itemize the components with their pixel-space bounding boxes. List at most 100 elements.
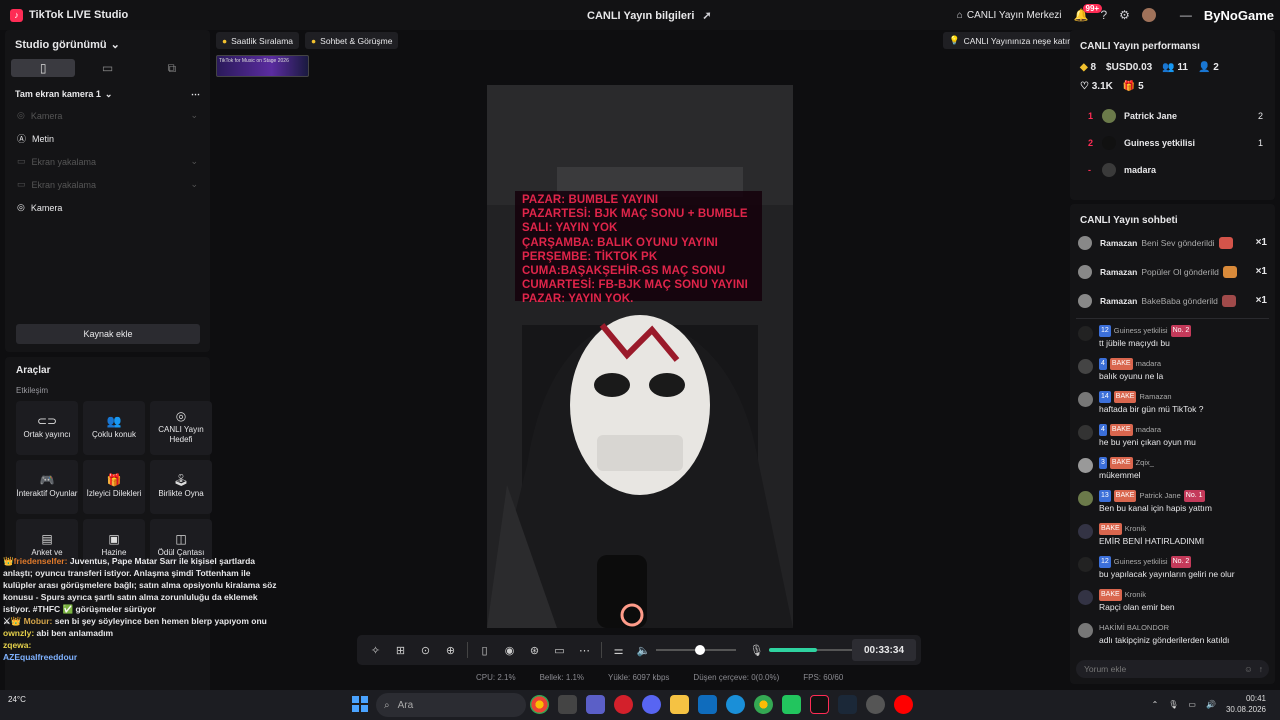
chat-message[interactable]: 3 BAKE Zqix_ mükemmel xyxy=(1070,454,1275,487)
avatar[interactable] xyxy=(1141,8,1156,22)
mic-slider[interactable] xyxy=(769,643,864,657)
coin-icon: ● xyxy=(222,35,228,46)
ranking-row[interactable]: - madara xyxy=(1070,156,1275,183)
chat-meeting-chip[interactable]: ● Sohbet & Görüşme xyxy=(305,32,399,49)
source-item[interactable]: ▭ Ekran yakalama ⌄ xyxy=(5,150,210,173)
tool-multi-guest[interactable]: 👥 Çoklu konuk xyxy=(83,401,145,455)
microphone-icon[interactable]: 🎙 xyxy=(1168,700,1178,709)
chat-message[interactable]: 4 BAKE madara balık oyunu ne la xyxy=(1070,355,1275,388)
speaker-icon[interactable]: 🔈 xyxy=(631,644,656,657)
tiktok-icon[interactable] xyxy=(810,695,829,714)
chat-message[interactable]: HAKİMİ BALONDOR adlı takipçiniz gönderile… xyxy=(1070,619,1275,652)
clock[interactable]: 00:41 30.08.2026 xyxy=(1226,693,1266,715)
chat-message[interactable]: BAKE Kronik EMİR BENİ HATIRLADINMI xyxy=(1070,520,1275,553)
terminal-icon[interactable] xyxy=(558,695,577,714)
opera-icon[interactable] xyxy=(614,695,633,714)
mail-icon[interactable] xyxy=(698,695,717,714)
notifications-button[interactable]: 🔔 99+ xyxy=(1074,4,1103,22)
tip-chip[interactable]: 💡 CANLI Yayınınıza neşe katın xyxy=(943,32,1078,49)
chrome-icon[interactable] xyxy=(530,695,549,714)
gear-icon[interactable]: ⚙ xyxy=(1119,8,1130,22)
volume-icon[interactable]: 🔊 xyxy=(1206,700,1216,709)
avatar xyxy=(1102,162,1116,177)
tool-interactive-games[interactable]: 🎮 İnteraktif Oyunlar xyxy=(16,460,78,514)
magic-wand-icon[interactable]: ✧ xyxy=(363,644,388,657)
comment-input[interactable]: Yorum ekle ☺ ↑ xyxy=(1076,660,1269,678)
camera-switch-icon[interactable]: ⊛ xyxy=(522,644,547,657)
phone-icon[interactable]: ▯ xyxy=(472,644,497,657)
windows-start-icon[interactable] xyxy=(352,696,368,712)
tool-live-goal[interactable]: ◎ CANLI Yayın Hedefi xyxy=(150,401,212,455)
live-info-button[interactable]: CANLI Yayın bilgileri ➚ xyxy=(587,9,712,23)
network-icon[interactable]: ▭ xyxy=(1188,700,1196,709)
live-center-button[interactable]: ⌂ CANLI Yayın Merkezi xyxy=(957,10,1062,21)
chat-text: tt jübile maçıydı bu xyxy=(1099,338,1170,348)
source-item[interactable]: ▭ Ekran yakalama ⌄ xyxy=(5,173,210,196)
source-item[interactable]: Ⓐ Metin xyxy=(5,127,210,150)
volume-slider[interactable] xyxy=(656,643,736,657)
add-media-icon[interactable]: ⊕ xyxy=(438,644,463,657)
rank-number: 2 xyxy=(1088,137,1094,148)
add-scene-icon[interactable]: ⊞ xyxy=(388,644,413,657)
teams-icon[interactable] xyxy=(586,695,605,714)
chat-message[interactable]: 12 Guiness yetkilisi No. 2 tt jübile maçıyd… xyxy=(1070,322,1275,355)
studio-view-dropdown[interactable]: Studio görünümü ⌄ xyxy=(5,30,210,59)
chat-message[interactable]: 12 Guiness yetkilisi No. 2 bu yapılacak yay… xyxy=(1070,553,1275,586)
chat-message[interactable]: 4 BAKE madara he bu yeni çıkan oyun mu xyxy=(1070,421,1275,454)
taskbar-search[interactable]: ⌕ Ara xyxy=(376,693,526,717)
minimize-icon[interactable]: — xyxy=(1180,8,1192,22)
youtube-icon[interactable] xyxy=(894,695,913,714)
source-item[interactable]: ◎ Kamera xyxy=(5,196,210,219)
send-icon[interactable]: ↑ xyxy=(1259,664,1263,674)
screenshot-icon[interactable]: ⊙ xyxy=(413,644,438,657)
fan-badge: BAKE xyxy=(1109,358,1133,370)
avatar xyxy=(1102,108,1116,123)
chat-username: Guiness yetkilisi xyxy=(1113,326,1168,335)
metrics-row-2: ♡ 3.1K 🎁 5 xyxy=(1070,77,1275,96)
edge-icon[interactable] xyxy=(726,695,745,714)
discord-icon[interactable] xyxy=(642,695,661,714)
banner-thumbnail[interactable]: TikTok for Music on Stage 2026 xyxy=(216,55,309,77)
stream-preview[interactable]: PAZAR: BUMBLE YAYINI PAZARTESİ: BJK MAÇ … xyxy=(487,85,793,628)
sliders-icon[interactable]: ⚌ xyxy=(606,644,631,657)
chat-message[interactable]: 14 BAKE Ramazan haftada bir gün mü TikTok ? xyxy=(1070,388,1275,421)
chat-message[interactable]: BAKE Kronik Rapçi olan emir ben xyxy=(1070,586,1275,619)
emoji-icon[interactable]: ☺ xyxy=(1244,664,1253,674)
record-icon[interactable]: ◉ xyxy=(497,644,522,657)
hourly-ranking-chip[interactable]: ● Saatlik Sıralama xyxy=(216,32,300,49)
tool-viewer-wishes[interactable]: 🎁 İzleyici Dilekleri xyxy=(83,460,145,514)
overlay-chat-message: AZEqualfreeddour xyxy=(3,651,283,663)
more-icon[interactable]: ⋯ xyxy=(191,89,200,100)
chat-message[interactable]: 13 BAKE Patrick Jane No. 1 Ben bu kanal için… xyxy=(1070,487,1275,520)
level-badge: 13 xyxy=(1099,490,1111,502)
source-label: Ekran yakalama xyxy=(31,179,97,190)
ranking-row[interactable]: 2 Guiness yetkilisi 1 xyxy=(1070,129,1275,156)
source-item[interactable]: ◎ Kamera ⌄ xyxy=(5,104,210,127)
portrait-mode-button[interactable]: ▯ xyxy=(11,59,76,77)
overlay-chat-message: ownzly: abi ben anlamadım xyxy=(3,627,283,639)
layout-mode-button[interactable]: ⧉ xyxy=(140,59,204,77)
chrome-icon[interactable] xyxy=(754,695,773,714)
scene-dropdown[interactable]: Tam ekran kamera 1 ⌄ xyxy=(15,89,112,100)
steam-icon[interactable] xyxy=(838,695,857,714)
ranking-row[interactable]: 1 Patrick Jane 2 xyxy=(1070,102,1275,129)
crown-icon: 👑 xyxy=(3,556,14,566)
more-icon[interactable]: ⋯ xyxy=(572,644,597,657)
add-source-button[interactable]: Kaynak ekle xyxy=(16,324,200,344)
app-icon[interactable] xyxy=(782,695,801,714)
microphone-icon[interactable]: 🎙 xyxy=(744,644,769,657)
video-icon[interactable]: ▭ xyxy=(547,644,572,657)
chat-text: EMİR BENİ HATIRLADINMI xyxy=(1099,536,1205,546)
tool-play-together[interactable]: 🕹 Birlikte Oyna xyxy=(150,460,212,514)
weather-widget[interactable]: 24°C xyxy=(8,695,26,704)
folder-icon[interactable] xyxy=(670,695,689,714)
rank-number: 1 xyxy=(1088,110,1094,121)
volume-knob[interactable] xyxy=(694,645,705,655)
comment-placeholder: Yorum ekle xyxy=(1084,664,1127,674)
tool-co-host[interactable]: ⊂⊃ Ortak yayıncı xyxy=(16,401,78,455)
landscape-mode-button[interactable]: ▭ xyxy=(75,59,139,77)
ranking-value: 1 xyxy=(1257,137,1263,148)
app-icon[interactable] xyxy=(866,695,885,714)
chevron-up-icon[interactable]: ⌃ xyxy=(1152,700,1159,709)
fan-badge: BAKE xyxy=(1109,424,1133,436)
